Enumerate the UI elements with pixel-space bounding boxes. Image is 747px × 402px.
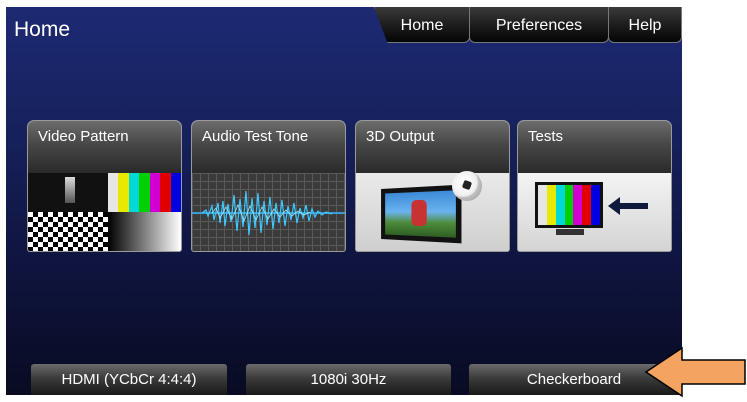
tests-card[interactable]: Tests: [518, 121, 671, 251]
waveform-icon: [192, 190, 345, 236]
orange-callout-arrow-icon: [644, 346, 746, 398]
tab-help[interactable]: Help: [608, 7, 682, 43]
tv-icon: [381, 184, 462, 244]
tests-thumbnail: [518, 173, 671, 251]
page-title: Home: [14, 18, 71, 41]
soccer-ball-icon: [452, 171, 482, 201]
3d-output-thumbnail: [356, 171, 509, 251]
video-pattern-card[interactable]: Video Pattern: [28, 121, 181, 251]
device-screen: Home Home Preferences Help Video Pattern…: [6, 7, 682, 395]
audio-test-tone-card[interactable]: Audio Test Tone: [192, 121, 345, 251]
top-nav: Home Preferences Help: [374, 7, 682, 45]
card-label: Video Pattern: [28, 121, 181, 173]
format-status-button[interactable]: 1080i 30Hz: [246, 364, 451, 395]
card-label: 3D Output: [356, 121, 509, 173]
monitor-icon: [535, 182, 603, 228]
interface-status-button[interactable]: HDMI (YCbCr 4:4:4): [31, 364, 227, 395]
tab-home[interactable]: Home: [374, 7, 470, 43]
card-label: Audio Test Tone: [192, 121, 345, 173]
audio-waveform-thumbnail: [192, 173, 345, 251]
video-pattern-thumbnail: [28, 173, 181, 251]
tab-preferences[interactable]: Preferences: [469, 7, 609, 43]
3d-output-card[interactable]: 3D Output: [356, 121, 509, 251]
left-arrow-icon: [608, 197, 648, 215]
card-label: Tests: [518, 121, 671, 173]
